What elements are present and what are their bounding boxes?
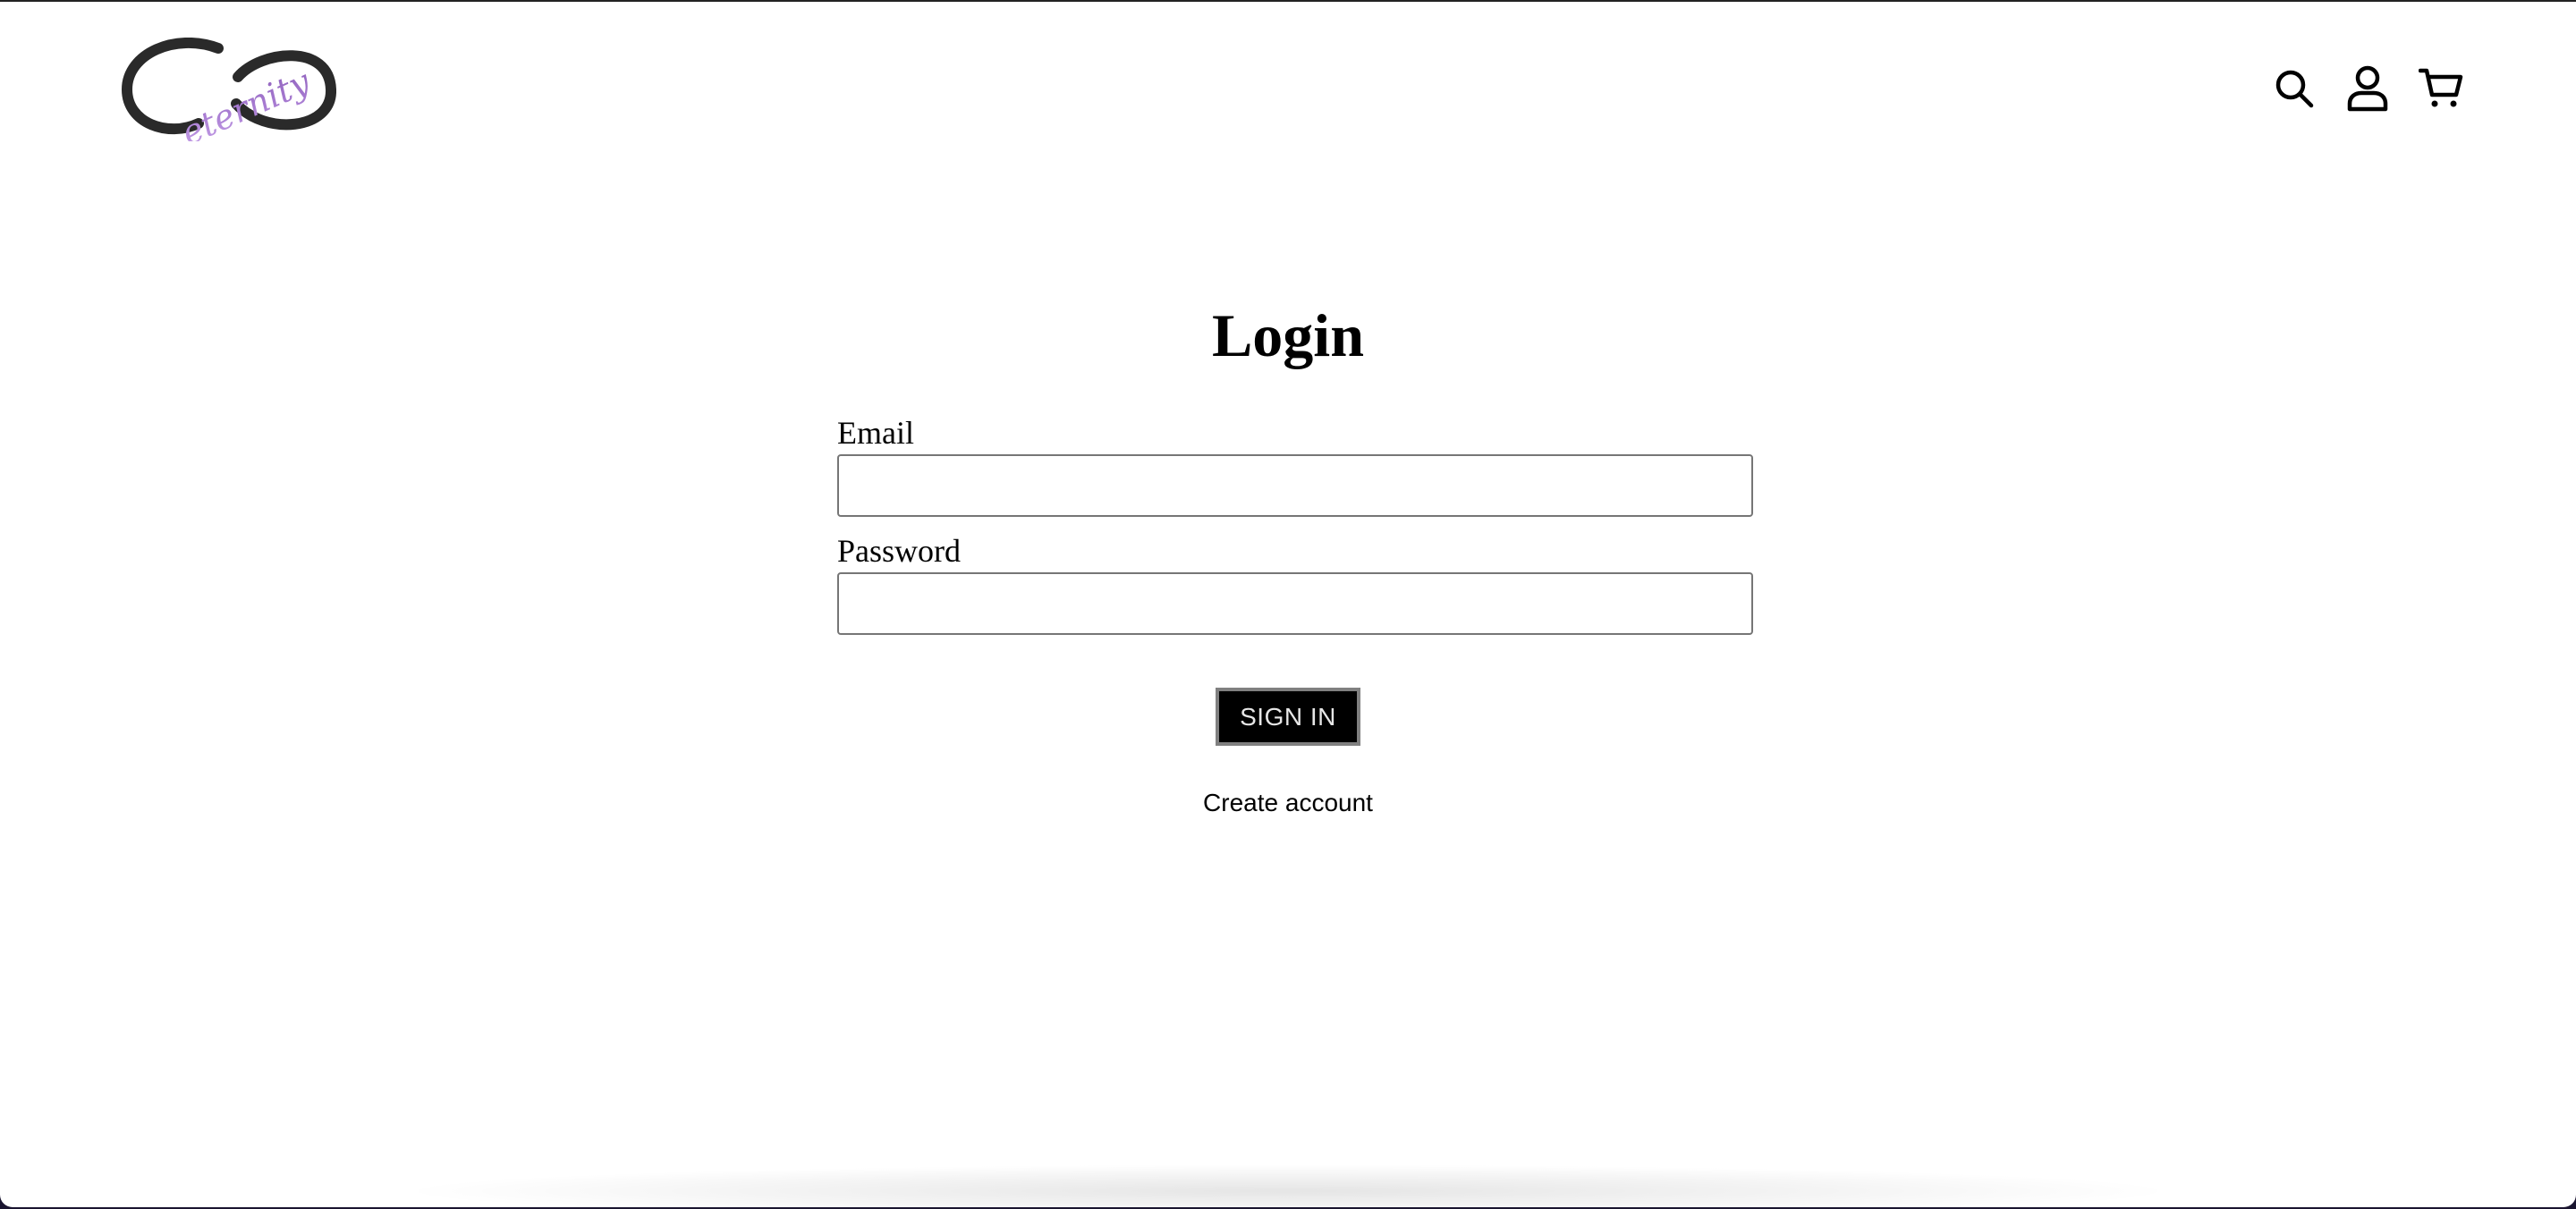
email-label: Email [837,415,914,451]
create-account-link[interactable]: Create account [1203,789,1373,816]
account-icon[interactable] [2345,64,2390,113]
cart-icon[interactable] [2419,64,2463,113]
eternity-logo[interactable]: eternity [122,38,336,141]
login-form: Email Password [837,413,1753,635]
page-title: Login [1211,301,1365,369]
search-icon[interactable] [2272,64,2317,113]
password-field[interactable] [837,572,1753,635]
email-field[interactable] [837,454,1753,517]
page-bottom-shadow [394,1164,2182,1207]
password-label: Password [837,533,962,569]
create-account-row: Create account [0,785,2576,821]
browser-page: eternity Login Email Password SIGN IN Cr… [0,0,2576,1207]
header-icons [2272,64,2463,113]
sign-in-button[interactable]: SIGN IN [1216,688,1360,746]
